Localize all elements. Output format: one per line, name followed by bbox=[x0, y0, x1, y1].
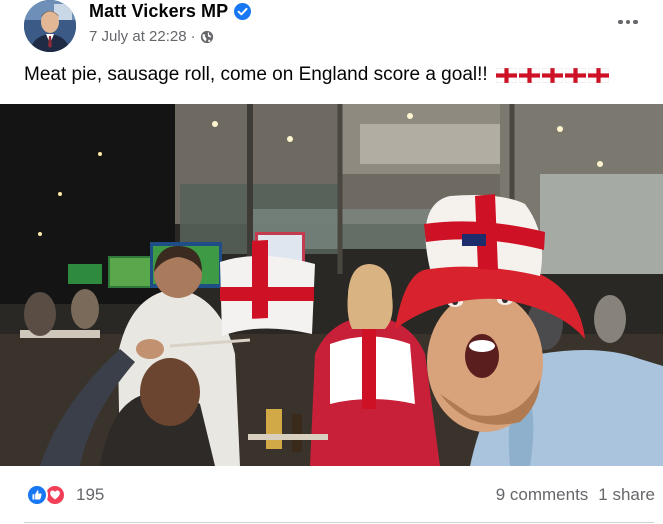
globe-icon[interactable] bbox=[200, 30, 214, 44]
post-header: Matt Vickers MP 7 July at 22:28 · bbox=[0, 0, 663, 56]
verified-badge-icon bbox=[234, 3, 252, 20]
england-flag-icon bbox=[541, 67, 563, 83]
author-row: Matt Vickers MP bbox=[89, 1, 252, 22]
like-icon bbox=[26, 484, 48, 506]
more-dot bbox=[618, 19, 623, 25]
caption-text: Meat pie, sausage roll, come on England … bbox=[24, 64, 488, 85]
post-caption: Meat pie, sausage roll, come on England … bbox=[24, 64, 609, 86]
engagement-counts: 9 comments 1 share bbox=[496, 485, 655, 505]
meta-separator: · bbox=[190, 28, 196, 45]
caption-flags bbox=[495, 67, 609, 83]
post-footer: 195 9 comments 1 share bbox=[0, 466, 663, 524]
england-flag-icon bbox=[564, 67, 586, 83]
more-options-icon[interactable] bbox=[612, 8, 644, 36]
reactions-count: 195 bbox=[76, 485, 105, 504]
comments-count-link[interactable]: 9 comments bbox=[496, 485, 589, 505]
facebook-post: Matt Vickers MP 7 July at 22:28 · Meat p… bbox=[0, 0, 663, 524]
england-flag-icon bbox=[495, 67, 517, 83]
pub-scene-image bbox=[0, 104, 663, 466]
post-meta: 7 July at 22:28 · bbox=[89, 28, 214, 45]
avatar-photo bbox=[24, 0, 76, 52]
reactions-summary[interactable]: 195 bbox=[26, 484, 104, 506]
author-avatar[interactable] bbox=[24, 0, 76, 52]
author-name[interactable]: Matt Vickers MP bbox=[89, 1, 228, 22]
england-flag-icon bbox=[518, 67, 540, 83]
more-dot bbox=[625, 19, 631, 25]
shares-count-link[interactable]: 1 share bbox=[598, 485, 655, 505]
footer-divider bbox=[24, 522, 654, 523]
post-timestamp[interactable]: 7 July at 22:28 bbox=[89, 28, 187, 45]
more-dot bbox=[633, 19, 638, 25]
post-photo[interactable] bbox=[0, 104, 663, 466]
england-flag-icon bbox=[587, 67, 609, 83]
